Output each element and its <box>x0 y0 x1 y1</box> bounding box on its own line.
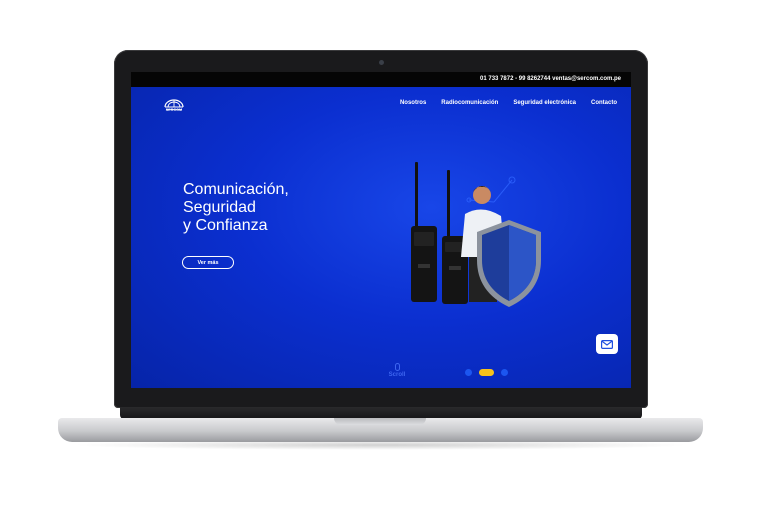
globe-logo-icon[interactable] <box>159 95 189 115</box>
laptop-lid: 01 733 7872 - 99 8262744 ventas@sercom.c… <box>114 50 648 408</box>
ver-mas-button[interactable]: Ver más <box>182 256 234 269</box>
nav-item-radiocomunicacion[interactable]: Radiocomunicación <box>441 100 498 106</box>
website-screen: 01 733 7872 - 99 8262744 ventas@sercom.c… <box>131 72 631 388</box>
hero-visual <box>411 162 541 307</box>
slider-dot-1[interactable] <box>465 369 472 376</box>
headline-line-3: y Confianza <box>183 217 268 234</box>
nav-item-contacto[interactable]: Contacto <box>591 100 617 106</box>
radio-left <box>411 162 437 302</box>
scroll-label: Scroll <box>388 372 406 378</box>
mouse-icon <box>394 363 400 371</box>
contact-info[interactable]: 01 733 7872 - 99 8262744 ventas@sercom.c… <box>480 76 621 82</box>
headline-line-1: Comunicación, <box>183 181 289 198</box>
logo-text: SERCOM <box>165 108 183 112</box>
laptop-notch <box>334 418 426 425</box>
headline-line-2: Seguridad <box>183 199 256 216</box>
slider-dot-2-active[interactable] <box>479 369 494 376</box>
scroll-indicator[interactable]: Scroll <box>385 363 409 378</box>
hero-headline: Comunicación, Seguridad y Confianza <box>183 181 289 235</box>
camera-icon <box>379 60 384 65</box>
hero-section: SERCOM Nosotros Radiocomunicación Seguri… <box>131 87 631 388</box>
nav-item-nosotros[interactable]: Nosotros <box>400 100 426 106</box>
mail-button[interactable] <box>596 334 618 354</box>
nav-item-seguridad-electronica[interactable]: Seguridad electrónica <box>513 100 576 106</box>
contact-topbar: 01 733 7872 - 99 8262744 ventas@sercom.c… <box>131 72 631 87</box>
slider-dot-3[interactable] <box>501 369 508 376</box>
slider-dots <box>465 369 508 376</box>
laptop-base <box>58 418 703 442</box>
envelope-icon <box>601 339 613 349</box>
main-nav: Nosotros Radiocomunicación Seguridad ele… <box>400 100 617 106</box>
